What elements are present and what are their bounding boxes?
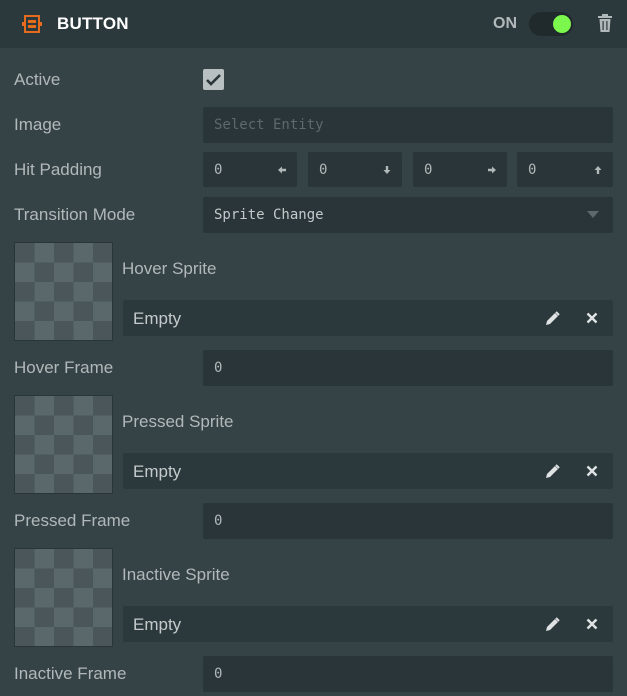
- hover-sprite-thumbnail[interactable]: [14, 242, 113, 341]
- component-header: BUTTON ON: [0, 0, 627, 48]
- close-icon[interactable]: [586, 465, 598, 477]
- image-label: Image: [14, 115, 62, 134]
- inactive-frame-label: Inactive Frame: [14, 664, 127, 683]
- inactive-sprite-value: Empty: [133, 615, 182, 634]
- arrow-right-icon: [488, 166, 496, 174]
- hit-padding-label: Hit Padding: [14, 160, 102, 179]
- close-icon[interactable]: [586, 312, 598, 324]
- inactive-sprite-asset-field[interactable]: Empty: [123, 606, 613, 642]
- inactive-frame-input[interactable]: 0: [203, 656, 613, 692]
- hover-frame-label: Hover Frame: [14, 358, 114, 377]
- hover-sprite-value: Empty: [133, 309, 182, 328]
- inactive-sprite-thumbnail[interactable]: [14, 548, 113, 647]
- pressed-sprite-value: Empty: [133, 462, 182, 481]
- inactive-frame-value: 0: [214, 666, 223, 682]
- chevron-down-icon: [587, 211, 599, 218]
- pressed-sprite-asset-field[interactable]: Empty: [123, 453, 613, 489]
- hit-padding-right-input[interactable]: 0: [413, 152, 507, 187]
- inactive-sprite-label: Inactive Sprite: [122, 565, 230, 584]
- hit-padding-top-input[interactable]: 0: [517, 152, 613, 187]
- trash-icon[interactable]: [597, 14, 613, 32]
- image-placeholder: Select Entity: [214, 117, 324, 133]
- pencil-icon[interactable]: [545, 311, 560, 326]
- toggle-label: ON: [493, 15, 517, 32]
- pencil-icon[interactable]: [545, 617, 560, 632]
- active-label: Active: [14, 70, 61, 89]
- check-icon: [206, 74, 221, 86]
- enable-toggle[interactable]: [529, 12, 573, 36]
- hit-padding-right-value: 0: [424, 162, 433, 178]
- active-checkbox[interactable]: [203, 69, 224, 90]
- transition-mode-value: Sprite Change: [214, 207, 324, 223]
- hover-frame-input[interactable]: 0: [203, 350, 613, 386]
- hover-sprite-asset-field[interactable]: Empty: [123, 300, 613, 336]
- hit-padding-bottom-value: 0: [319, 162, 328, 178]
- hover-frame-value: 0: [214, 360, 223, 376]
- arrow-up-icon: [594, 166, 602, 174]
- hit-padding-top-value: 0: [528, 162, 537, 178]
- pencil-icon[interactable]: [545, 464, 560, 479]
- hit-padding-left-value: 0: [214, 162, 223, 178]
- toggle-knob: [553, 15, 571, 33]
- hover-sprite-label: Hover Sprite: [122, 259, 217, 278]
- transition-mode-select[interactable]: Sprite Change: [203, 197, 613, 233]
- hit-padding-left-input[interactable]: 0: [203, 152, 297, 187]
- arrow-down-icon: [383, 166, 391, 174]
- hit-padding-bottom-input[interactable]: 0: [308, 152, 402, 187]
- button-component-icon: [22, 15, 42, 33]
- pressed-frame-label: Pressed Frame: [14, 511, 131, 530]
- close-icon[interactable]: [586, 618, 598, 630]
- component-title: BUTTON: [57, 14, 129, 33]
- image-entity-picker[interactable]: Select Entity: [203, 107, 613, 143]
- arrow-left-icon: [278, 166, 286, 174]
- pressed-frame-value: 0: [214, 513, 223, 529]
- pressed-frame-input[interactable]: 0: [203, 503, 613, 539]
- transition-mode-label: Transition Mode: [14, 205, 136, 224]
- pressed-sprite-label: Pressed Sprite: [122, 412, 234, 431]
- pressed-sprite-thumbnail[interactable]: [14, 395, 113, 494]
